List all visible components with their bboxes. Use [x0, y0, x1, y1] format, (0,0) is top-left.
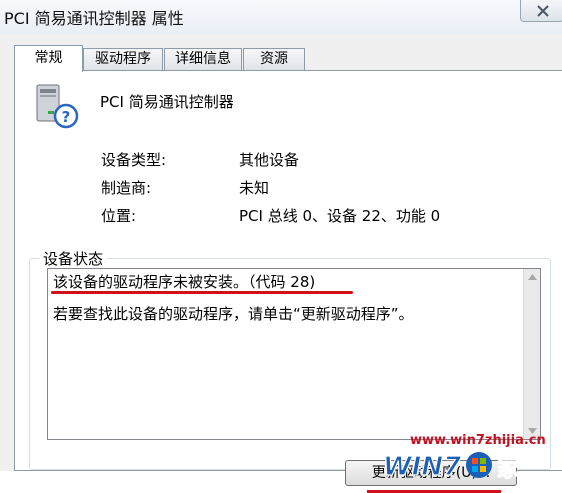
tab-driver-label: 驱动程序	[95, 51, 151, 67]
title-bar: PCI 简易通讯控制器 属性	[0, 0, 562, 34]
scroll-up-icon[interactable]	[528, 274, 537, 280]
unknown-device-icon: ?	[36, 84, 79, 129]
tab-resources[interactable]: 资源	[243, 48, 305, 70]
watermark-url: www.win7zhijia.cn	[410, 433, 546, 448]
status-line-error: 该设备的驱动程序未被安装。（代码 28)	[53, 273, 316, 291]
close-icon	[537, 5, 549, 17]
win7-watermark-logo: WIN7 家	[382, 451, 521, 482]
tab-general-label: 常规	[34, 50, 63, 66]
device-type-label: 设备类型:	[101, 151, 167, 169]
location-label: 位置:	[101, 207, 137, 225]
status-scrollbar[interactable]	[523, 269, 540, 439]
tab-details[interactable]: 详细信息	[164, 48, 242, 70]
general-panel: ? PCI 简易通讯控制器 设备类型: 其他设备 制造商: 未知 位置: PCI…	[14, 70, 562, 493]
device-type-value: 其他设备	[239, 151, 300, 169]
svg-text:WIN7: WIN7	[383, 452, 462, 482]
tab-driver[interactable]: 驱动程序	[83, 48, 163, 70]
window-title: PCI 简易通讯控制器 属性	[4, 9, 184, 28]
tab-details-label: 详细信息	[175, 51, 231, 67]
status-line-hint: 若要查找此设备的驱动程序，请单击“更新驱动程序”。	[53, 305, 414, 323]
annotation-underline	[51, 291, 353, 294]
manufacturer-value: 未知	[239, 179, 270, 197]
device-status-title: 设备状态	[39, 248, 108, 269]
svg-text:家: 家	[497, 454, 521, 482]
tab-resources-label: 资源	[260, 51, 288, 67]
device-status-textbox[interactable]: 该设备的驱动程序未被安装。（代码 28) 若要查找此设备的驱动程序，请单击“更新…	[47, 268, 541, 440]
dialog-body: 常规 驱动程序 详细信息 资源 ? PCI 简易通讯控制器 设备类型: 其他设备…	[0, 34, 562, 493]
close-button[interactable]	[520, 0, 562, 22]
manufacturer-label: 制造商:	[101, 179, 152, 197]
device-name: PCI 简易通讯控制器	[100, 93, 234, 111]
location-value: PCI 总线 0、设备 22、功能 0	[239, 207, 441, 225]
svg-text:?: ?	[62, 108, 71, 126]
tab-general[interactable]: 常规	[14, 45, 83, 72]
